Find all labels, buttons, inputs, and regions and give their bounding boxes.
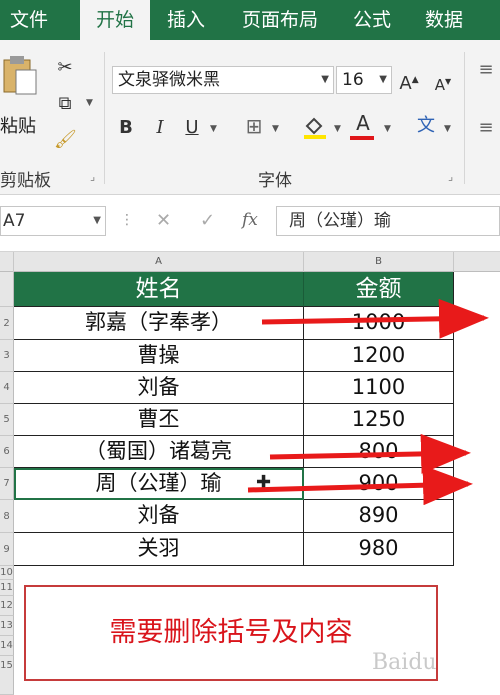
- cancel-icon[interactable]: ✕: [156, 210, 171, 231]
- tab-page-layout[interactable]: 页面布局: [226, 0, 334, 40]
- amount-cell[interactable]: 1200: [304, 340, 454, 372]
- row-header[interactable]: 10: [0, 566, 14, 580]
- italic-icon[interactable]: I: [150, 116, 170, 140]
- cut-icon[interactable]: ✂: [54, 56, 76, 80]
- borders-icon[interactable]: ⊞: [242, 114, 266, 138]
- formula-bar: A7 ▼ ⋮ ✕ ✓ fx 周（公瑾）瑜: [0, 196, 500, 252]
- fill-color-dropdown-icon[interactable]: ▼: [334, 124, 341, 134]
- column-header-a[interactable]: A: [14, 252, 304, 272]
- phonetic-icon[interactable]: 文: [414, 114, 438, 138]
- format-painter-icon[interactable]: 🖌: [54, 128, 77, 152]
- paint-bucket-icon: [304, 117, 326, 139]
- cursor-plus-icon: ✚: [256, 472, 272, 493]
- select-all-corner[interactable]: [0, 252, 14, 272]
- row-header[interactable]: 9: [0, 533, 14, 566]
- row-header[interactable]: [0, 272, 14, 307]
- more-icon: ⋮: [120, 212, 134, 228]
- paste-icon: [3, 56, 37, 95]
- name-cell[interactable]: 曹操: [14, 340, 304, 372]
- font-color-dropdown-icon[interactable]: ▼: [384, 124, 391, 134]
- row-header[interactable]: 7: [0, 468, 14, 500]
- borders-dropdown-icon[interactable]: ▼: [272, 124, 279, 134]
- name-box-value: A7: [3, 211, 26, 231]
- chevron-down-icon: ▼: [93, 215, 101, 226]
- tab-formulas[interactable]: 公式: [340, 0, 404, 40]
- tab-home[interactable]: 开始: [80, 0, 150, 40]
- paste-button[interactable]: 粘贴: [0, 50, 44, 137]
- name-cell[interactable]: 刘备: [14, 500, 304, 533]
- header-cell-name[interactable]: 姓名: [14, 272, 304, 307]
- row-header[interactable]: 15: [0, 656, 14, 695]
- name-cell[interactable]: （蜀国）诸葛亮: [14, 436, 304, 468]
- decrease-font-icon[interactable]: A▼: [432, 70, 454, 97]
- row-header[interactable]: 14: [0, 636, 14, 656]
- copy-dropdown-icon[interactable]: ▼: [86, 98, 93, 108]
- name-box[interactable]: A7 ▼: [0, 206, 106, 236]
- underline-icon[interactable]: U: [182, 116, 202, 140]
- row-header[interactable]: 8: [0, 500, 14, 533]
- amount-cell[interactable]: 900: [304, 468, 454, 500]
- row-header[interactable]: 2: [0, 307, 14, 340]
- font-name-combo[interactable]: 文泉驿微米黑 ▼: [112, 66, 334, 94]
- phonetic-dropdown-icon[interactable]: ▼: [444, 124, 451, 134]
- column-header-bar: A B: [0, 252, 500, 272]
- font-color-icon[interactable]: A: [350, 112, 376, 140]
- formula-input[interactable]: 周（公瑾）瑜: [276, 206, 500, 236]
- underline-dropdown-icon[interactable]: ▼: [210, 124, 217, 134]
- chevron-down-icon: ▼: [379, 74, 387, 85]
- amount-cell[interactable]: 1100: [304, 372, 454, 404]
- name-cell[interactable]: 郭嘉（字奉孝）: [14, 307, 304, 340]
- paste-label: 粘贴: [0, 116, 36, 137]
- name-cell[interactable]: 关羽: [14, 533, 304, 566]
- row-header[interactable]: 3: [0, 340, 14, 372]
- column-header-b[interactable]: B: [304, 252, 454, 272]
- row-header[interactable]: 4: [0, 372, 14, 404]
- row-header[interactable]: 13: [0, 616, 14, 636]
- enter-icon[interactable]: ✓: [200, 210, 215, 231]
- amount-cell[interactable]: 890: [304, 500, 454, 533]
- align-left-icon[interactable]: ≡: [476, 116, 496, 140]
- fill-color-icon[interactable]: [302, 114, 328, 140]
- tab-data[interactable]: 数据: [410, 0, 478, 40]
- clipboard-group-label: 剪贴板: [0, 171, 51, 191]
- font-name-value: 文泉驿微米黑: [118, 70, 220, 90]
- group-separator: [464, 52, 465, 184]
- group-separator: [104, 52, 105, 184]
- row-header[interactable]: 6: [0, 436, 14, 468]
- font-group-label: 字体: [258, 171, 292, 191]
- amount-cell[interactable]: 1250: [304, 404, 454, 436]
- row-header[interactable]: 5: [0, 404, 14, 436]
- letter-a-icon: A: [356, 111, 370, 135]
- chevron-down-icon: ▼: [321, 74, 329, 85]
- amount-cell[interactable]: 800: [304, 436, 454, 468]
- font-color-swatch: [350, 136, 374, 140]
- header-cell-amount[interactable]: 金额: [304, 272, 454, 307]
- watermark: Baidu: [372, 650, 437, 675]
- increase-font-icon[interactable]: A▲: [398, 68, 420, 96]
- row-header[interactable]: 12: [0, 596, 14, 616]
- function-icon[interactable]: fx: [242, 210, 258, 230]
- amount-cell[interactable]: 980: [304, 533, 454, 566]
- bold-icon[interactable]: B: [116, 116, 136, 140]
- ribbon-home: 粘贴 ✂ ⧉ ▼ 🖌 剪贴板 ⌟ 文泉驿微米黑 ▼ 16 ▼ A▲ A▼ B I…: [0, 40, 500, 195]
- amount-cell[interactable]: 1000: [304, 307, 454, 340]
- font-size-value: 16: [342, 70, 364, 90]
- align-top-icon[interactable]: ≡: [476, 58, 496, 82]
- copy-icon[interactable]: ⧉: [54, 92, 76, 116]
- tab-insert[interactable]: 插入: [150, 0, 222, 40]
- tab-file[interactable]: 文件: [0, 0, 58, 40]
- row-header[interactable]: 11: [0, 580, 14, 596]
- clipboard-launcher-icon[interactable]: ⌟: [90, 170, 95, 183]
- font-size-combo[interactable]: 16 ▼: [336, 66, 392, 94]
- ribbon-tab-bar: 文件 开始 插入 页面布局 公式 数据: [0, 0, 500, 40]
- name-cell[interactable]: 刘备: [14, 372, 304, 404]
- name-cell[interactable]: 曹丕: [14, 404, 304, 436]
- font-launcher-icon[interactable]: ⌟: [448, 170, 453, 183]
